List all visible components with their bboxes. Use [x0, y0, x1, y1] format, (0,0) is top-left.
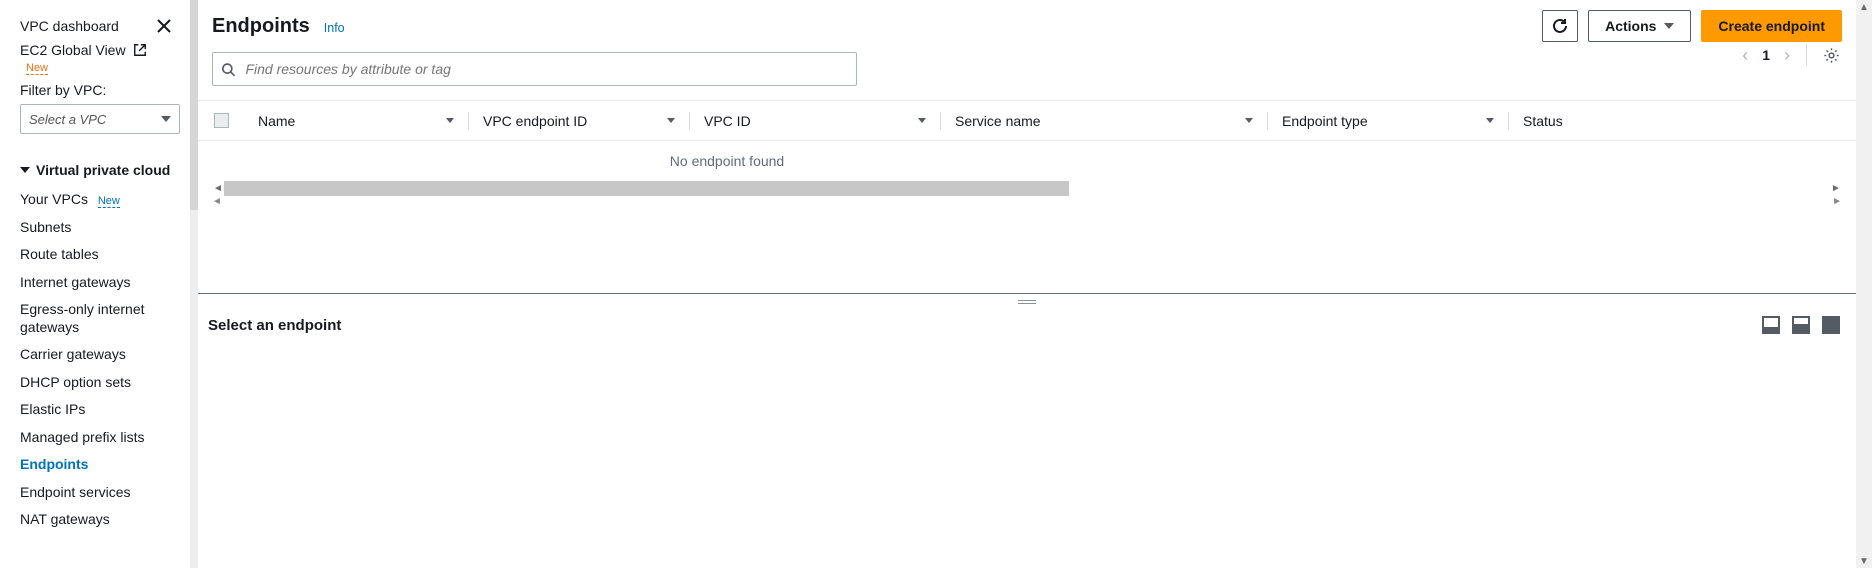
detail-toolbar: Select an endpoint	[198, 310, 1856, 338]
sidebar-dashboard-link[interactable]: VPC dashboard	[20, 18, 119, 34]
filter-icon[interactable]	[1486, 118, 1494, 123]
sidebar-item-subnets[interactable]: Subnets	[20, 214, 172, 242]
search-box[interactable]	[212, 52, 857, 86]
vpc-select[interactable]: Select a VPC	[20, 104, 180, 134]
sidebar-item-label: NAT gateways	[20, 511, 110, 527]
new-badge: New	[98, 195, 120, 208]
page-title: Endpoints	[212, 15, 310, 38]
vertical-scrollbar[interactable]: ▲ ▼	[1856, 0, 1872, 568]
detail-body	[198, 338, 1856, 568]
sidebar-item-your-vpcs[interactable]: Your VPCs New	[20, 186, 172, 214]
sidebar-item-label: Endpoints	[20, 456, 88, 472]
pager: ‹ 1 ›	[1742, 44, 1840, 66]
settings-button[interactable]	[1823, 47, 1840, 64]
sidebar-resizer[interactable]	[190, 0, 198, 568]
scrollbar-thumb[interactable]	[224, 181, 1069, 196]
panel-layout-full-button[interactable]	[1822, 316, 1840, 334]
filter-icon[interactable]	[1245, 118, 1253, 123]
sidebar-global-view-link[interactable]: EC2 Global View	[20, 42, 126, 58]
sidebar-item-label: Route tables	[20, 246, 99, 262]
sidebar-item-dhcp-option-sets[interactable]: DHCP option sets	[20, 369, 172, 397]
endpoints-table: Name VPC endpoint ID VPC ID Service name	[198, 100, 1856, 181]
sidebar-item-egress-only-internet-gateways[interactable]: Egress-only internet gateways	[20, 296, 172, 341]
main-panel: Endpoints Info Actions Create endpoint	[198, 0, 1856, 568]
col-name[interactable]: Name	[258, 113, 295, 129]
nav-section-vpc[interactable]: Virtual private cloud	[20, 162, 172, 178]
sidebar-item-nat-gateways[interactable]: NAT gateways	[20, 506, 172, 534]
sidebar-item-label: Egress-only internet gateways	[20, 301, 145, 335]
col-service-name[interactable]: Service name	[955, 113, 1041, 129]
scroll-left-icon[interactable]: ◄	[212, 196, 222, 207]
info-link[interactable]: Info	[324, 21, 345, 35]
scroll-down-icon[interactable]: ▼	[1856, 554, 1872, 568]
actions-button[interactable]: Actions	[1588, 10, 1691, 42]
sidebar: VPC dashboard EC2 Global View New Filter…	[0, 0, 190, 568]
empty-state: No endpoint found	[198, 141, 1856, 181]
sidebar-item-label: Endpoint services	[20, 484, 131, 500]
caret-down-icon	[1664, 23, 1674, 29]
sidebar-item-label: Internet gateways	[20, 274, 131, 290]
create-endpoint-button[interactable]: Create endpoint	[1701, 10, 1842, 42]
table-header-row: Name VPC endpoint ID VPC ID Service name	[198, 101, 1856, 141]
scroll-left-icon[interactable]: ◄	[212, 181, 224, 196]
close-icon[interactable]	[156, 18, 172, 34]
sidebar-item-managed-prefix-lists[interactable]: Managed prefix lists	[20, 424, 172, 452]
select-all-checkbox[interactable]	[214, 113, 229, 128]
filter-icon[interactable]	[667, 118, 675, 123]
sidebar-item-internet-gateways[interactable]: Internet gateways	[20, 269, 172, 297]
sidebar-item-label: Elastic IPs	[20, 401, 85, 417]
sidebar-item-elastic-ips[interactable]: Elastic IPs	[20, 396, 172, 424]
filter-icon[interactable]	[918, 118, 926, 123]
sidebar-item-label: Carrier gateways	[20, 346, 126, 362]
sidebar-item-endpoint-services[interactable]: Endpoint services	[20, 479, 172, 507]
gear-icon	[1823, 47, 1840, 64]
vpc-select-placeholder: Select a VPC	[29, 112, 106, 127]
col-endpoint-type[interactable]: Endpoint type	[1282, 113, 1368, 129]
split-handle[interactable]	[198, 294, 1856, 310]
pager-page: 1	[1762, 47, 1770, 63]
refresh-button[interactable]	[1542, 10, 1578, 42]
create-endpoint-label: Create endpoint	[1718, 18, 1825, 34]
col-vpc-endpoint-id[interactable]: VPC endpoint ID	[483, 113, 587, 129]
disclosure-triangle-icon	[20, 167, 30, 173]
pager-next[interactable]: ›	[1784, 45, 1790, 66]
panel-layout-half-button[interactable]	[1792, 316, 1810, 334]
nav-section-vpc-label: Virtual private cloud	[36, 162, 170, 178]
search-icon	[221, 62, 235, 77]
col-status[interactable]: Status	[1523, 113, 1563, 129]
scroll-right-icon[interactable]: ►	[1832, 196, 1842, 207]
scrollbar-thumb[interactable]	[190, 0, 198, 210]
scroll-right-icon[interactable]: ►	[1830, 181, 1842, 196]
caret-down-icon	[161, 116, 171, 122]
sidebar-item-route-tables[interactable]: Route tables	[20, 241, 172, 269]
external-link-icon	[133, 43, 147, 57]
detail-empty-title: Select an endpoint	[208, 317, 341, 334]
sidebar-item-label: DHCP option sets	[20, 374, 131, 390]
new-badge: New	[26, 62, 48, 75]
horizontal-scrollbar[interactable]: ◄ ►	[212, 181, 1842, 196]
search-input[interactable]	[243, 60, 848, 78]
filter-icon[interactable]	[446, 118, 454, 123]
sidebar-item-label: Subnets	[20, 219, 71, 235]
secondary-scrollbar[interactable]: ◄ ►	[212, 196, 1842, 208]
col-vpc-id[interactable]: VPC ID	[704, 113, 751, 129]
sidebar-item-label: Your VPCs	[20, 191, 88, 207]
sidebar-item-carrier-gateways[interactable]: Carrier gateways	[20, 341, 172, 369]
pager-prev[interactable]: ‹	[1742, 45, 1748, 66]
sidebar-item-label: Managed prefix lists	[20, 429, 145, 445]
actions-button-label: Actions	[1605, 18, 1656, 34]
divider	[1806, 44, 1807, 66]
refresh-icon	[1552, 18, 1568, 34]
scroll-up-icon[interactable]: ▲	[1856, 0, 1872, 14]
filter-by-vpc-label: Filter by VPC:	[20, 82, 172, 98]
sidebar-item-endpoints[interactable]: Endpoints	[20, 451, 172, 479]
panel-layout-bottom-button[interactable]	[1762, 316, 1780, 334]
